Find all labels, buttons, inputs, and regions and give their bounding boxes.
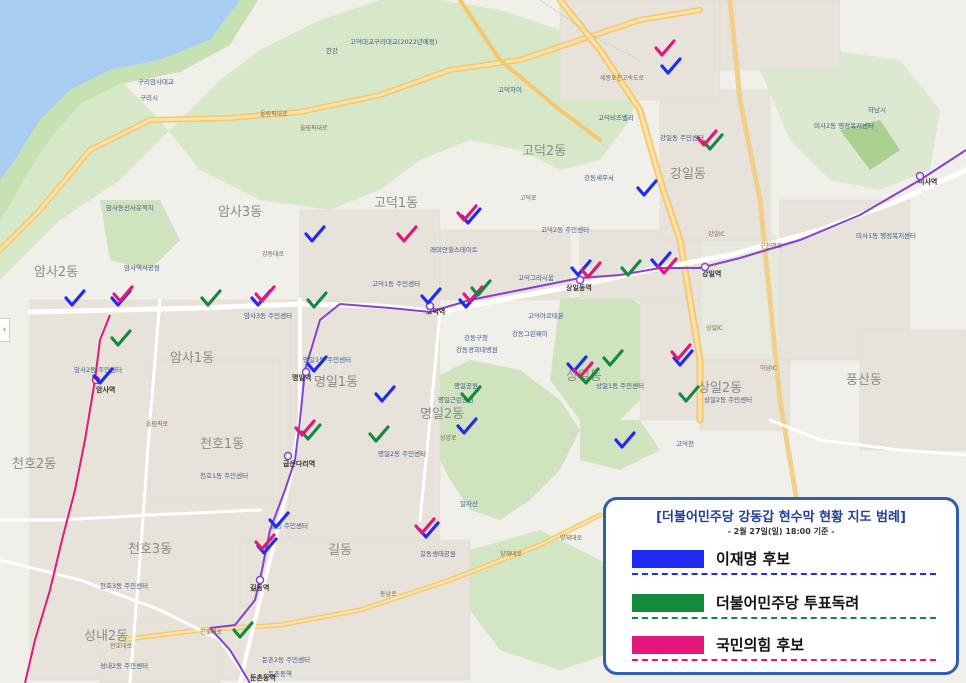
poi-label: 강동경희대병원 — [456, 345, 498, 354]
road-label: 올림픽로 — [146, 420, 169, 428]
poi-label: 암사2동 주민센터 — [74, 365, 122, 374]
poi-label: 구리시 — [140, 93, 158, 102]
poi-label: 암사역사공원 — [124, 263, 160, 272]
poi-label: 명일공원 — [454, 381, 478, 390]
dong-label: 천호1동 — [200, 437, 244, 452]
poi-label: 명일2동 주민센터 — [378, 449, 426, 458]
poi-label: 올림픽대로 — [260, 110, 288, 118]
legend-item-party: 더불어민주당 투표독려 — [632, 590, 936, 620]
legend-swatch-lee — [632, 550, 704, 568]
poi-label: 성내2동 주민센터 — [100, 661, 148, 670]
poi-label: 상일IC — [706, 324, 723, 332]
chevron-left-icon: ‹ — [2, 325, 7, 335]
poi-label: 고덕1동 주민센터 — [372, 279, 420, 288]
legend-subtitle: - 2월 27일(일) 18:00 기준 - — [727, 527, 835, 536]
dong-label: 천호3동 — [128, 542, 172, 557]
road-label: 구천면로 — [760, 242, 783, 250]
poi-label: 미사2동 행정복지센터 — [814, 121, 874, 130]
legend-label-party: 더불어민주당 투표독려 — [716, 594, 860, 612]
poi-label: 길동생태공원 — [420, 549, 456, 558]
poi-label: 고덕아르테온 — [528, 311, 564, 320]
station-label: 굽은다리역 — [283, 459, 315, 468]
dong-label: 고덕1동 — [374, 196, 418, 211]
legend-panel: [더불어민주당 강동갑 현수막 현황 지도 범례] - 2월 27일(일) 18… — [603, 497, 959, 675]
legend-label-lee: 이재명 후보 — [716, 550, 791, 568]
poi-label: 강동그린웨이 — [512, 329, 548, 338]
poi-label: 구리암사대교 — [138, 77, 174, 86]
legend-swatch-ppp — [632, 636, 704, 654]
dong-label: 고덕2동 — [522, 144, 566, 159]
poi-label: 미사1동 행정복지센터 — [856, 231, 916, 240]
road-label: 고덕로 — [520, 195, 537, 202]
legend-label-ppp: 국민의힘 후보 — [716, 636, 805, 654]
poi-label: 둔촌2동 주민센터 — [262, 655, 310, 664]
poi-label: 일자산 — [460, 499, 478, 508]
legend-divider — [632, 573, 936, 575]
dong-label: 풍산동 — [846, 373, 882, 388]
legend-swatch-party — [632, 594, 704, 612]
poi-label: 고덕2동 주민센터 — [541, 225, 589, 234]
poi-label: 하남IC — [760, 364, 777, 372]
poi-label: 한강 — [326, 46, 338, 55]
poi-label: 둔촌동역 — [268, 669, 292, 678]
poi-label: 고덕대교구리대교(2022년예정) — [350, 37, 437, 46]
road-label: 상암로 — [440, 434, 457, 442]
legend-divider — [632, 617, 936, 619]
road-label: 강동대로 — [262, 250, 285, 258]
collapse-panel-button[interactable]: ‹ — [0, 318, 10, 342]
road-label: 양재대로 — [560, 534, 583, 542]
check-icon-ppp — [254, 285, 276, 303]
poi-label: 고덕그라시움 — [518, 273, 554, 282]
dong-label: 천호2동 — [12, 457, 56, 472]
dong-label: 암사2동 — [34, 265, 78, 280]
poi-label: 강동세무서 — [584, 173, 614, 182]
dong-label: 길동 — [328, 543, 352, 558]
dong-label: 성내2동 — [84, 629, 128, 644]
poi-label: 암사동선사유적지 — [106, 203, 154, 212]
station-label: 암사역 — [96, 385, 115, 394]
station-label: 길동역 — [250, 583, 269, 592]
poi-label: 천호1동 주민센터 — [200, 471, 248, 480]
poi-label: 고덕자이 — [498, 85, 522, 94]
check-icon-lee — [636, 179, 658, 197]
poi-label: 래미안힐스테이트 — [430, 245, 478, 254]
poi-label: 상일1동 주민센터 — [596, 381, 644, 390]
poi-label: 고덕비즈밸리 — [598, 113, 634, 122]
dong-label: 암사1동 — [170, 351, 214, 366]
dong-label: 암사3동 — [218, 205, 262, 220]
poi-label: 천호3동 주민센터 — [100, 581, 148, 590]
dong-label: 명일2동 — [420, 407, 464, 422]
poi-label: 하남시 — [868, 105, 886, 114]
poi-label: 천호대로 — [110, 642, 133, 650]
dong-label: 강일동 — [670, 167, 706, 182]
road-label: 세종포천고속도로 — [600, 74, 645, 82]
poi-label: 강일IC — [708, 230, 725, 238]
poi-label: 양재대로 — [500, 550, 523, 558]
road-label: 올림픽대로 — [300, 124, 328, 132]
poi-label: 암사3동 주민센터 — [244, 311, 292, 320]
poi-label: 상일2동 주민센터 — [704, 395, 752, 404]
road-label: 천호대로 — [200, 628, 223, 636]
legend-divider — [632, 659, 936, 661]
poi-label: 강동구청 — [464, 333, 488, 342]
legend-title: [더불어민주당 강동갑 현수막 현황 지도 범례] — [656, 510, 906, 525]
poi-label: 고덕천 — [676, 439, 694, 448]
dong-label: 상일2동 — [698, 381, 742, 396]
legend-item-ppp: 국민의힘 후보 — [632, 632, 936, 662]
station-label: 상일동역 — [566, 283, 592, 292]
road-label: 동남로 — [380, 590, 397, 598]
legend-item-lee: 이재명 후보 — [632, 546, 936, 576]
dong-label: 명일1동 — [314, 375, 358, 390]
